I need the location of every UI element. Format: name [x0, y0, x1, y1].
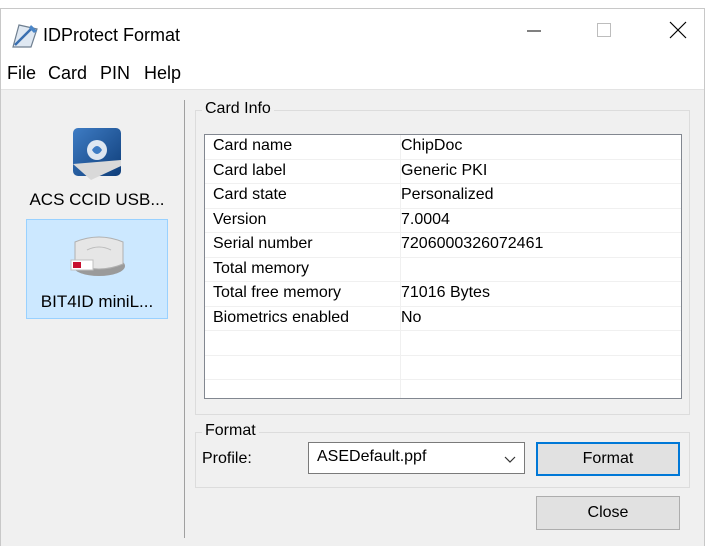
smartcard-reader-icon [69, 126, 125, 187]
row-key: Card state [213, 186, 287, 203]
profile-value: ASEDefault.ppf [317, 448, 427, 465]
row-value: 7.0004 [401, 210, 450, 228]
title-bar[interactable]: IDProtect Format [1, 9, 704, 55]
window-title: IDProtect Format [43, 25, 181, 45]
reader-item-acs[interactable]: ACS CCID USB... [26, 116, 168, 216]
maximize-icon [596, 22, 612, 43]
main-window: IDProtect Format File Card PIN Help ACS … [0, 8, 705, 546]
card-info-caption: Card Info [202, 100, 274, 118]
row-key: Total memory [213, 259, 310, 277]
table-row: Total memory [205, 258, 681, 282]
close-window-button[interactable] [655, 9, 701, 55]
row-value: Personalized [401, 186, 494, 203]
reader-label-bit4id: BIT4ID miniL... [40, 292, 154, 311]
row-key: Total free memory [213, 284, 342, 301]
reader-label-acs: ACS CCID USB... [29, 190, 165, 209]
format-button-label: Format [582, 450, 634, 467]
profile-select[interactable]: ASEDefault.ppf [308, 442, 525, 474]
menu-help[interactable]: Help [144, 63, 181, 84]
reader-item-bit4id[interactable]: BIT4ID miniL... [26, 219, 168, 319]
table-row [205, 356, 681, 380]
row-value: 71016 Bytes [401, 284, 490, 301]
table-row: Card name ChipDoc [205, 135, 681, 160]
close-button[interactable]: Close [536, 496, 680, 530]
table-row [205, 331, 681, 356]
table-row: Biometrics enabled No [205, 307, 681, 331]
table-row: Card state Personalized [205, 184, 681, 209]
menu-card[interactable]: Card [48, 63, 87, 84]
row-value: No [401, 308, 422, 326]
row-value: 7206000326072461 [401, 235, 544, 252]
row-value: ChipDoc [401, 137, 463, 154]
reader-list: ACS CCID USB... BIT4ID miniL... [1, 90, 183, 547]
row-key: Card name [213, 137, 293, 154]
minimize-icon [526, 22, 542, 43]
row-key: Biometrics enabled [213, 308, 350, 326]
table-row [205, 380, 681, 398]
row-key: Serial number [213, 235, 313, 252]
chevron-down-icon [504, 452, 516, 470]
format-caption: Format [202, 422, 259, 440]
table-row: Card label Generic PKI [205, 160, 681, 184]
close-button-label: Close [587, 504, 629, 521]
table-row: Version 7.0004 [205, 209, 681, 233]
row-key: Card label [213, 161, 286, 179]
row-value: Generic PKI [401, 161, 488, 179]
close-icon [669, 21, 687, 44]
profile-label: Profile: [202, 450, 252, 467]
usb-card-reader-icon [65, 228, 129, 289]
table-row: Total free memory 71016 Bytes [205, 282, 681, 307]
idprotect-format-icon [11, 23, 39, 49]
card-info-table[interactable]: Card name ChipDoc Card label Generic PKI C… [204, 134, 682, 399]
format-button[interactable]: Format [536, 442, 680, 476]
menu-pin[interactable]: PIN [100, 63, 130, 84]
minimize-button[interactable] [511, 9, 557, 55]
menu-bar: File Card PIN Help [1, 55, 704, 90]
menu-file[interactable]: File [7, 63, 36, 84]
row-key: Version [213, 210, 267, 228]
panel-splitter[interactable] [184, 100, 185, 538]
table-row: Serial number 7206000326072461 [205, 233, 681, 258]
maximize-button[interactable] [581, 9, 627, 55]
